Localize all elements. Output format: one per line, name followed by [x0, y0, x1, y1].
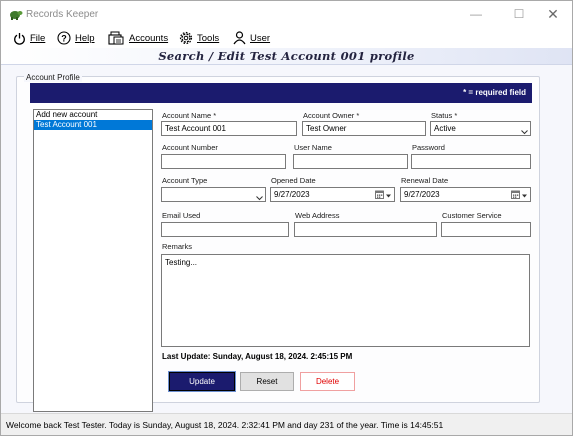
calendar-button[interactable] [375, 190, 392, 201]
menu-accounts[interactable]: Accounts [108, 30, 168, 46]
records-keeper-logo-icon [9, 8, 23, 20]
required-field-note: * = required field [463, 88, 526, 97]
opened-date-value: 9/27/2023 [274, 190, 310, 199]
password-label: Password [412, 143, 445, 152]
renewal-date-value: 9/27/2023 [404, 190, 440, 199]
account-number-label: Account Number [162, 143, 218, 152]
chevron-down-icon [385, 190, 392, 201]
list-item[interactable]: Add new account [34, 110, 152, 120]
account-profile-group-title: Account Profile [24, 73, 82, 82]
chevron-down-icon [256, 192, 263, 201]
renewal-date-label: Renewal Date [401, 176, 449, 185]
account-owner-field[interactable]: Test Owner [302, 121, 426, 136]
menu-user[interactable]: User [233, 30, 270, 46]
title-bar[interactable]: Records Keeper — ☐ ✕ [1, 1, 572, 27]
account-name-field[interactable]: Test Account 001 [161, 121, 297, 136]
opened-date-label: Opened Date [271, 176, 316, 185]
close-icon[interactable]: ✕ [544, 6, 562, 22]
account-number-field[interactable] [161, 154, 286, 169]
calendar-icon [375, 190, 384, 201]
opened-date-picker[interactable]: 9/27/2023 [270, 187, 395, 202]
chevron-down-icon [521, 190, 528, 201]
status-text: Welcome back Test Tester. Today is Sunda… [6, 420, 444, 430]
calendar-icon [511, 190, 520, 201]
email-used-field[interactable] [161, 222, 289, 237]
required-field-bar: * = required field [30, 83, 532, 103]
renewal-date-picker[interactable]: 9/27/2023 [400, 187, 531, 202]
web-address-field[interactable] [294, 222, 437, 237]
app-window: Records Keeper — ☐ ✕ File ? Help Account… [0, 0, 573, 436]
menu-file[interactable]: File [13, 30, 45, 46]
page-title: Search / Edit Test Account 001 profile [158, 49, 415, 63]
account-list[interactable]: Add new account Test Account 001 [33, 109, 153, 412]
chevron-down-icon [521, 126, 528, 135]
account-type-select[interactable] [161, 187, 266, 202]
menu-accounts-label: Accounts [129, 32, 169, 44]
svg-text:?: ? [61, 34, 67, 44]
web-address-label: Web Address [295, 211, 340, 220]
menu-bar: File ? Help Accounts Tools User [1, 27, 572, 49]
gear-icon [179, 31, 193, 45]
list-item-selected[interactable]: Test Account 001 [34, 120, 152, 130]
remarks-label: Remarks [162, 242, 193, 251]
window-title: Records Keeper [26, 9, 99, 20]
user-name-field[interactable] [293, 154, 408, 169]
menu-help[interactable]: ? Help [57, 30, 95, 46]
customer-service-label: Customer Service [442, 211, 502, 220]
minimize-icon[interactable]: — [467, 6, 485, 22]
update-button[interactable]: Update [168, 371, 236, 392]
power-icon [13, 32, 26, 45]
accounts-icon [108, 31, 125, 45]
email-used-label: Email Used [162, 211, 201, 220]
user-icon [233, 31, 246, 45]
header-banner: Search / Edit Test Account 001 profile [1, 48, 572, 65]
account-name-label: Account Name * [162, 111, 217, 120]
maximize-icon[interactable]: ☐ [510, 6, 528, 22]
menu-tools[interactable]: Tools [179, 30, 219, 46]
account-owner-label: Account Owner * [303, 111, 360, 120]
status-label: Status * [431, 111, 458, 120]
delete-button[interactable]: Delete [300, 372, 355, 391]
account-type-label: Account Type [162, 176, 208, 185]
status-bar: Welcome back Test Tester. Today is Sunda… [1, 413, 572, 435]
status-select-value: Active [434, 124, 456, 133]
last-update-text: Last Update: Sunday, August 18, 2024. 2:… [162, 352, 353, 361]
password-field[interactable] [411, 154, 531, 169]
reset-button[interactable]: Reset [240, 372, 294, 391]
menu-file-label: File [30, 32, 46, 44]
menu-help-label: Help [75, 32, 95, 44]
menu-tools-label: Tools [197, 32, 220, 44]
help-icon: ? [57, 31, 71, 45]
customer-service-field[interactable] [441, 222, 531, 237]
remarks-textarea[interactable]: Testing... [161, 254, 530, 347]
menu-user-label: User [250, 32, 271, 44]
calendar-button[interactable] [511, 190, 528, 201]
status-select[interactable]: Active [430, 121, 531, 136]
user-name-label: User Name [294, 143, 332, 152]
